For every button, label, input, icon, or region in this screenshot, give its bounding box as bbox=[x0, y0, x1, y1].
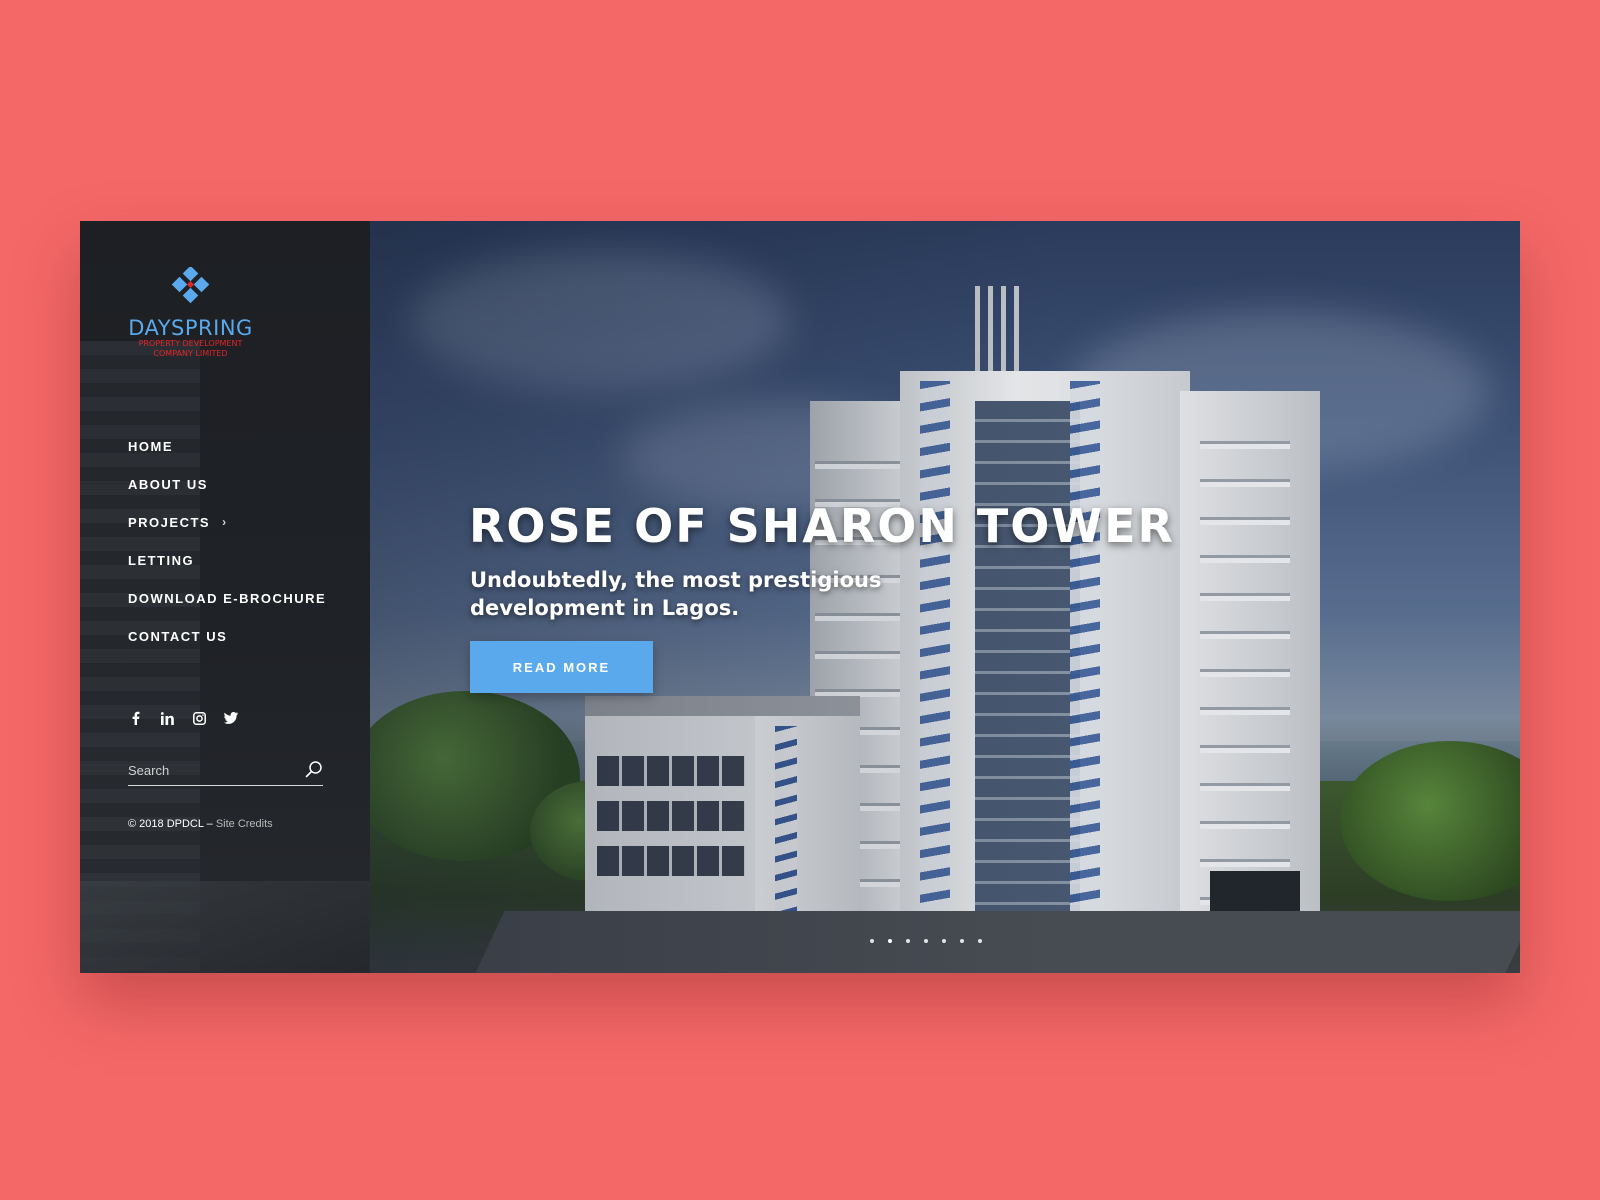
social-links bbox=[128, 711, 238, 725]
logo-subtitle: COMPANY LIMITED bbox=[153, 349, 228, 358]
nav-item-about-us: ABOUT US bbox=[128, 465, 326, 503]
twitter-icon[interactable] bbox=[224, 711, 238, 725]
nav-label-projects: PROJECTS bbox=[128, 514, 211, 530]
hero-subtitle: Undoubtedly, the most prestigious develo… bbox=[470, 568, 882, 620]
slider-dot[interactable] bbox=[906, 939, 910, 943]
logo[interactable]: DAYSPRING PROPERTY DEVELOPMENT COMPANY L… bbox=[128, 267, 253, 359]
instagram-icon[interactable] bbox=[192, 711, 206, 725]
sidebar: DAYSPRING PROPERTY DEVELOPMENT COMPANY L… bbox=[80, 221, 370, 973]
search-icon[interactable] bbox=[305, 760, 323, 778]
slider-dot[interactable] bbox=[924, 939, 928, 943]
nav-link-letting[interactable]: LETTING bbox=[128, 553, 194, 568]
copyright: © 2018 DPDCL – Site Credits bbox=[128, 818, 273, 830]
logo-diamond-icon bbox=[171, 267, 209, 304]
slider-dot[interactable] bbox=[960, 939, 964, 943]
read-more-button[interactable]: READ MORE bbox=[470, 641, 653, 693]
website-mockup: ROSE OF SHARON TOWER Undoubtedly, the mo… bbox=[80, 221, 1520, 973]
search-input[interactable] bbox=[128, 759, 298, 781]
chevron-right-icon: › bbox=[222, 515, 228, 529]
nav-link-download-brochure[interactable]: DOWNLOAD E-BROCHURE bbox=[128, 591, 326, 606]
nav-item-projects: PROJECTS › bbox=[128, 503, 326, 541]
nav-link-projects[interactable]: PROJECTS › bbox=[128, 515, 228, 530]
nav-item-home: HOME bbox=[128, 427, 326, 465]
slider-dot[interactable] bbox=[870, 939, 874, 943]
facebook-icon[interactable] bbox=[128, 711, 142, 725]
hero-headline: ROSE OF SHARON TOWER bbox=[469, 499, 1175, 553]
search-box bbox=[128, 755, 323, 786]
nav-link-contact-us[interactable]: CONTACT US bbox=[128, 629, 227, 644]
slider-dot[interactable] bbox=[942, 939, 946, 943]
logo-subtitle: PROPERTY DEVELOPMENT bbox=[138, 339, 243, 348]
logo-name: DAYSPRING bbox=[128, 316, 253, 340]
nav-item-contact-us: CONTACT US bbox=[128, 617, 326, 655]
slider-dot[interactable] bbox=[978, 939, 982, 943]
slider-dot[interactable] bbox=[888, 939, 892, 943]
linkedin-icon[interactable] bbox=[160, 711, 174, 725]
slider-dots bbox=[870, 939, 982, 943]
nav-item-download-brochure: DOWNLOAD E-BROCHURE bbox=[128, 579, 326, 617]
nav-item-letting: LETTING bbox=[128, 541, 326, 579]
copyright-text: © 2018 DPDCL – bbox=[128, 818, 213, 830]
nav-link-about-us[interactable]: ABOUT US bbox=[128, 477, 208, 492]
nav-link-home[interactable]: HOME bbox=[128, 439, 173, 454]
site-credits-link[interactable]: Site Credits bbox=[216, 818, 273, 830]
main-nav: HOME ABOUT US PROJECTS › LETTING DOWNLOA… bbox=[128, 427, 326, 655]
